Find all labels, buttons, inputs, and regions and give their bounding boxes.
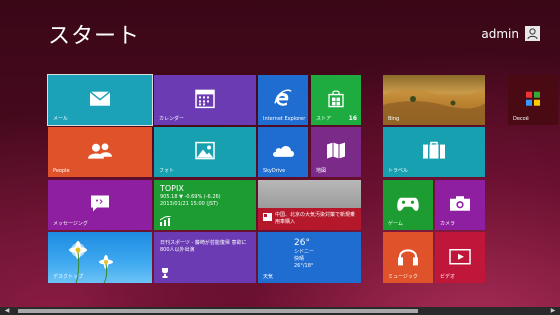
scroll-right-icon[interactable]: ▶ (548, 307, 558, 315)
trophy-icon (162, 268, 168, 278)
tile-sports[interactable]: 日刊スポーツ - 藤崎が芸能復帰 意欲に 800人以外出演 (154, 232, 256, 283)
tile-video[interactable]: ビデオ (435, 232, 485, 283)
tile-skydrive[interactable]: SkyDrive (258, 127, 308, 177)
weather-city: シドニー (294, 249, 315, 255)
cloud-icon (273, 145, 294, 157)
tile-photos[interactable]: フォト (154, 127, 256, 177)
gamepad-icon (397, 197, 419, 211)
tile-games[interactable]: ゲーム (383, 180, 433, 230)
tile-label: カメラ (440, 221, 456, 227)
scroll-thumb[interactable] (18, 309, 418, 313)
weather-range: 26°/18° (294, 263, 314, 269)
photos-icon (195, 141, 215, 160)
tile-label: トラベル (388, 168, 409, 174)
tile-internet-explorer[interactable]: Internet Explorer (258, 75, 308, 125)
tile-label: Internet Explorer (263, 116, 306, 122)
tile-weather[interactable]: 26° シドニー 快晴 26°/18° 天気 (258, 232, 361, 283)
calendar-icon (195, 89, 215, 109)
tile-label: Decoё (513, 116, 529, 122)
tile-label: カレンダー (159, 116, 185, 122)
tile-label: メッセージング (53, 221, 88, 227)
suitcase-icon (423, 141, 445, 159)
tile-label: SkyDrive (263, 168, 286, 174)
tile-label: フォト (159, 168, 175, 174)
tile-label: ストア (316, 116, 332, 122)
tile-camera[interactable]: カメラ (435, 180, 485, 230)
tile-label: デスクトップ (53, 274, 84, 280)
map-icon (327, 142, 345, 159)
tile-label: メール (53, 116, 69, 122)
news-headline: 中国、北京の大気汚染対策で新規乗用車購入 (275, 212, 356, 225)
sports-headline: 日刊スポーツ - 藤崎が芸能復帰 意欲に 800人以外出演 (160, 240, 247, 253)
tile-label: ビデオ (440, 274, 456, 280)
tile-music[interactable]: ミュージック (383, 232, 433, 283)
scroll-left-icon[interactable]: ◀ (2, 307, 12, 315)
people-icon (88, 143, 112, 159)
finance-change: 905.18 ▼ -0.69% (-6.26) (160, 194, 221, 200)
tile-maps[interactable]: 地図 (311, 127, 361, 177)
message-icon (91, 195, 109, 212)
user-account[interactable]: admin (481, 26, 540, 41)
tile-desktop[interactable]: デスクトップ (48, 232, 152, 283)
tile-label: People (53, 168, 70, 174)
tile-store[interactable]: ストア 16 (311, 75, 361, 125)
tile-label: Bing (388, 116, 400, 122)
tile-label: 地図 (316, 168, 327, 174)
tile-label: ミュージック (388, 274, 418, 280)
headphones-icon (398, 248, 418, 265)
store-icon (328, 90, 344, 108)
chart-icon (160, 216, 172, 226)
decoe-icon (526, 91, 540, 106)
weather-temp: 26° (294, 238, 310, 248)
page-title: スタート (48, 24, 141, 49)
finance-title: TOPIX (160, 184, 184, 193)
weather-condition: 快晴 (294, 256, 305, 262)
tile-label: ゲーム (388, 221, 403, 227)
store-badge: 16 (348, 115, 357, 122)
user-icon (525, 26, 540, 41)
video-icon (449, 248, 471, 264)
avatar (525, 26, 540, 41)
horizontal-scrollbar[interactable]: ◀ ▶ (0, 307, 560, 315)
user-name: admin (481, 26, 519, 41)
tile-decoe[interactable]: Decoё (508, 75, 558, 125)
tile-people[interactable]: People (48, 127, 152, 177)
tile-finance[interactable]: TOPIX 905.18 ▼ -0.69% (-6.26) 2013/01/21… (154, 180, 256, 230)
tile-messaging[interactable]: メッセージング (48, 180, 152, 230)
finance-date: 2013/01/21 15:00 (JST) (160, 201, 219, 207)
mail-icon (89, 91, 111, 106)
tile-calendar[interactable]: カレンダー (154, 75, 256, 125)
tile-bing[interactable]: Bing (383, 75, 485, 125)
news-icon (263, 213, 272, 221)
tile-label: 天気 (263, 274, 274, 280)
tile-news[interactable]: 中国、北京の大気汚染対策で新規乗用車購入 (258, 180, 361, 230)
internet-explorer-icon (274, 89, 292, 106)
camera-icon (450, 196, 470, 211)
tile-travel[interactable]: トラベル (383, 127, 485, 177)
tile-mail[interactable]: メール (47, 74, 153, 126)
